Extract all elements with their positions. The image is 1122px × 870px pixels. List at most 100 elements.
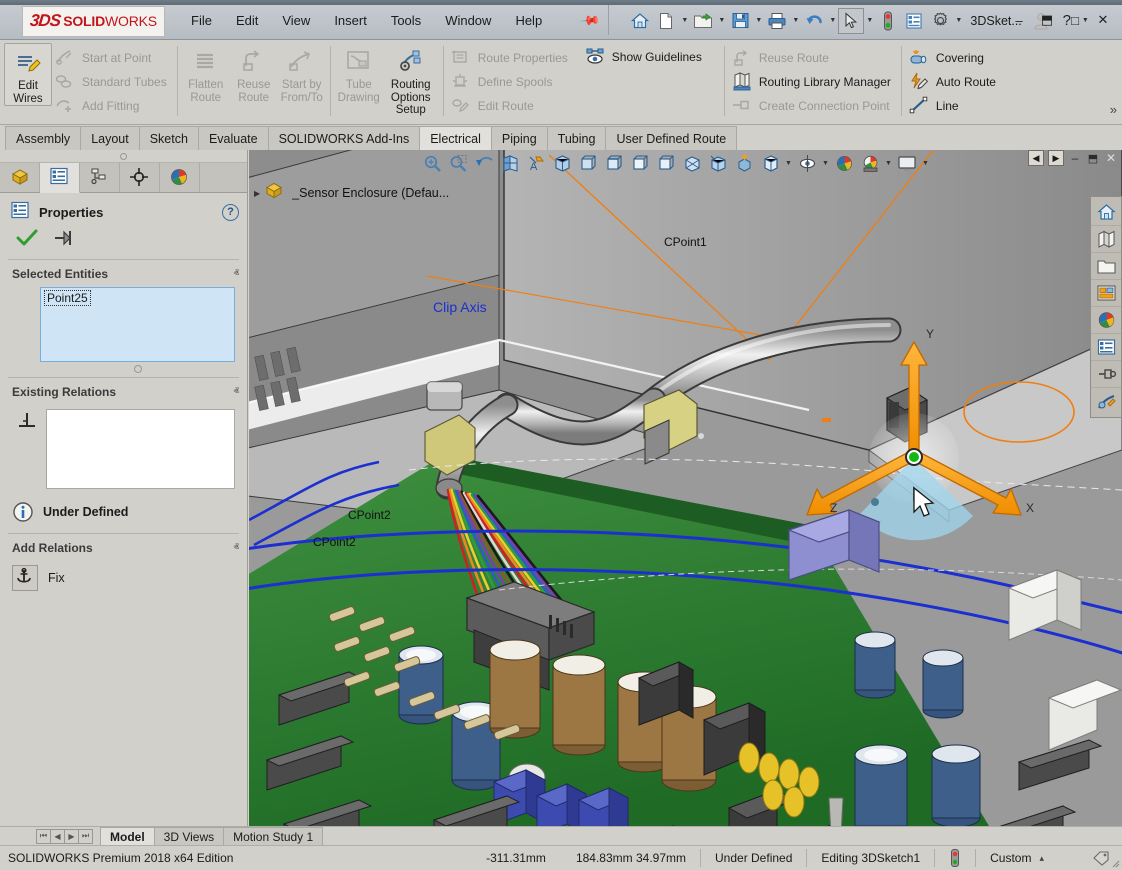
restore-button[interactable]: ⬒ bbox=[1034, 7, 1060, 33]
routing-library-panel-icon[interactable] bbox=[1091, 361, 1121, 388]
covering-button[interactable]: Covering bbox=[906, 47, 1002, 69]
edit-route-button[interactable]: Edit Route bbox=[448, 95, 574, 117]
view-orientation-letter-icon[interactable]: A bbox=[523, 150, 549, 176]
graphics-viewport[interactable]: CPoint1 Clip Axis CPoint2 CPoint2 Y X Z bbox=[249, 150, 1122, 826]
tab-electrical[interactable]: Electrical bbox=[419, 126, 492, 150]
menu-view[interactable]: View bbox=[280, 11, 312, 30]
define-spools-button[interactable]: Define Spools bbox=[448, 71, 574, 93]
tab-sketch[interactable]: Sketch bbox=[138, 126, 199, 150]
design-library-folder-icon[interactable] bbox=[1091, 253, 1121, 280]
view-back-icon[interactable] bbox=[679, 150, 705, 176]
close-button[interactable]: ✕ bbox=[1090, 7, 1116, 33]
view-left-icon[interactable] bbox=[653, 150, 679, 176]
expand-arrow-icon[interactable]: ▶ bbox=[254, 189, 260, 198]
search-palette-icon[interactable] bbox=[1091, 307, 1121, 334]
keep-visible-pin-icon[interactable] bbox=[52, 229, 74, 251]
tab-3d-views[interactable]: 3D Views bbox=[153, 827, 225, 845]
hide-show-caret-icon[interactable]: ▼ bbox=[820, 160, 831, 167]
view-palette-list-icon[interactable] bbox=[1091, 334, 1121, 361]
menu-window[interactable]: Window bbox=[443, 11, 493, 30]
tab-evaluate[interactable]: Evaluate bbox=[197, 126, 269, 150]
property-manager-tab[interactable] bbox=[40, 163, 80, 193]
view-front-icon[interactable] bbox=[575, 150, 601, 176]
edit-appearance-icon[interactable] bbox=[831, 150, 857, 176]
home-icon[interactable] bbox=[627, 8, 653, 34]
menu-help[interactable]: Help bbox=[513, 11, 544, 30]
view-top-icon[interactable] bbox=[601, 150, 627, 176]
gear-caret-icon[interactable]: ▼ bbox=[953, 17, 964, 24]
tab-tubing[interactable]: Tubing bbox=[546, 126, 607, 150]
apply-scene-caret-icon[interactable]: ▼ bbox=[883, 160, 894, 167]
view-isometric-icon[interactable] bbox=[549, 150, 575, 176]
line-button[interactable]: Line bbox=[906, 95, 1002, 117]
maximize-button[interactable]: □ bbox=[1062, 7, 1088, 33]
drag-tools-icon[interactable] bbox=[1091, 388, 1121, 415]
tab-assembly[interactable]: Assembly bbox=[5, 126, 82, 150]
configuration-manager-tab[interactable] bbox=[80, 163, 120, 192]
open-folder-icon[interactable] bbox=[690, 8, 716, 34]
gear-icon[interactable] bbox=[927, 8, 953, 34]
select-cursor-icon[interactable] bbox=[838, 7, 865, 34]
last-tab-button[interactable]: ⏭ bbox=[78, 828, 93, 844]
list-item[interactable]: Point25 bbox=[44, 290, 91, 306]
routing-options-setup-button[interactable]: Routing Options Setup bbox=[383, 43, 439, 117]
selected-entities-resize-grip[interactable] bbox=[0, 362, 247, 373]
first-tab-button[interactable]: ⏮ bbox=[36, 828, 51, 844]
view-settings-icon[interactable] bbox=[894, 150, 920, 176]
flatten-route-button[interactable]: Flatten Route bbox=[182, 43, 230, 104]
chevron-up-icon[interactable]: ⱏ bbox=[234, 268, 239, 281]
new-document-icon[interactable] bbox=[653, 8, 679, 34]
chevron-up-icon[interactable]: ⱏ bbox=[234, 542, 239, 555]
hide-show-items-icon[interactable] bbox=[794, 150, 820, 176]
tab-motion-study-1[interactable]: Motion Study 1 bbox=[223, 827, 324, 845]
rebuild-icon[interactable] bbox=[875, 8, 901, 34]
auto-route-button[interactable]: Auto Route bbox=[906, 71, 1002, 93]
view-palette-home-icon[interactable] bbox=[1091, 199, 1121, 226]
display-manager-tab[interactable] bbox=[160, 163, 200, 192]
route-properties-button[interactable]: Route Properties bbox=[448, 47, 574, 69]
routing-library-manager-button[interactable]: Routing Library Manager bbox=[729, 71, 897, 93]
existing-relations-listbox[interactable] bbox=[46, 409, 235, 489]
menu-file[interactable]: File bbox=[189, 11, 214, 30]
panel-right-arrow-icon[interactable]: ▶ bbox=[1048, 150, 1064, 166]
units-label[interactable]: Custom bbox=[986, 851, 1035, 865]
menu-tools[interactable]: Tools bbox=[389, 11, 423, 30]
section-view-icon[interactable] bbox=[497, 150, 523, 176]
print-icon[interactable] bbox=[764, 8, 790, 34]
tab-model[interactable]: Model bbox=[100, 827, 155, 845]
new-document-caret-icon[interactable]: ▼ bbox=[679, 17, 690, 24]
feature-manager-tab[interactable] bbox=[0, 163, 40, 192]
tab-user-defined-route[interactable]: User Defined Route bbox=[605, 126, 738, 150]
help-button[interactable]: ? bbox=[222, 203, 239, 221]
minimize-document-icon[interactable]: – bbox=[1068, 151, 1082, 165]
show-guidelines-button[interactable]: Show Guidelines bbox=[582, 46, 708, 68]
selected-entities-list[interactable]: Point25 bbox=[40, 287, 235, 362]
previous-view-icon[interactable] bbox=[471, 150, 497, 176]
fix-relation-button[interactable] bbox=[12, 565, 38, 591]
undo-caret-icon[interactable]: ▼ bbox=[827, 17, 838, 24]
display-style-icon[interactable] bbox=[757, 150, 783, 176]
minimize-button[interactable]: – bbox=[1006, 7, 1032, 33]
reuse-route-button[interactable]: Reuse Route bbox=[230, 43, 278, 104]
options-list-icon[interactable] bbox=[901, 8, 927, 34]
flyout-feature-tree[interactable]: ▶ _Sensor Enclosure (Defau... bbox=[254, 182, 449, 204]
resize-grip[interactable] bbox=[1110, 858, 1120, 868]
close-document-icon[interactable]: ✕ bbox=[1104, 151, 1118, 165]
tube-drawing-button[interactable]: Tube Drawing bbox=[335, 43, 383, 104]
restore-document-icon[interactable]: ⬒ bbox=[1086, 151, 1100, 165]
next-tab-button[interactable]: ▶ bbox=[64, 828, 79, 844]
view-settings-caret-icon[interactable]: ▼ bbox=[920, 160, 931, 167]
dimxpert-manager-tab[interactable] bbox=[120, 163, 160, 192]
standard-tubes-button[interactable]: Standard Tubes bbox=[52, 71, 173, 93]
panel-resize-handle[interactable] bbox=[0, 150, 247, 163]
save-caret-icon[interactable]: ▼ bbox=[753, 17, 764, 24]
zoom-to-area-icon[interactable] bbox=[445, 150, 471, 176]
start-by-from-to-button[interactable]: Start by From/To bbox=[278, 43, 326, 104]
view-right-icon[interactable] bbox=[627, 150, 653, 176]
pin-icon[interactable]: 📌 bbox=[576, 6, 604, 34]
display-style-caret-icon[interactable]: ▼ bbox=[783, 160, 794, 167]
add-fitting-button[interactable]: Add Fitting bbox=[52, 95, 173, 117]
select-caret-icon[interactable]: ▼ bbox=[864, 17, 875, 24]
open-caret-icon[interactable]: ▼ bbox=[716, 17, 727, 24]
undo-icon[interactable] bbox=[801, 8, 827, 34]
